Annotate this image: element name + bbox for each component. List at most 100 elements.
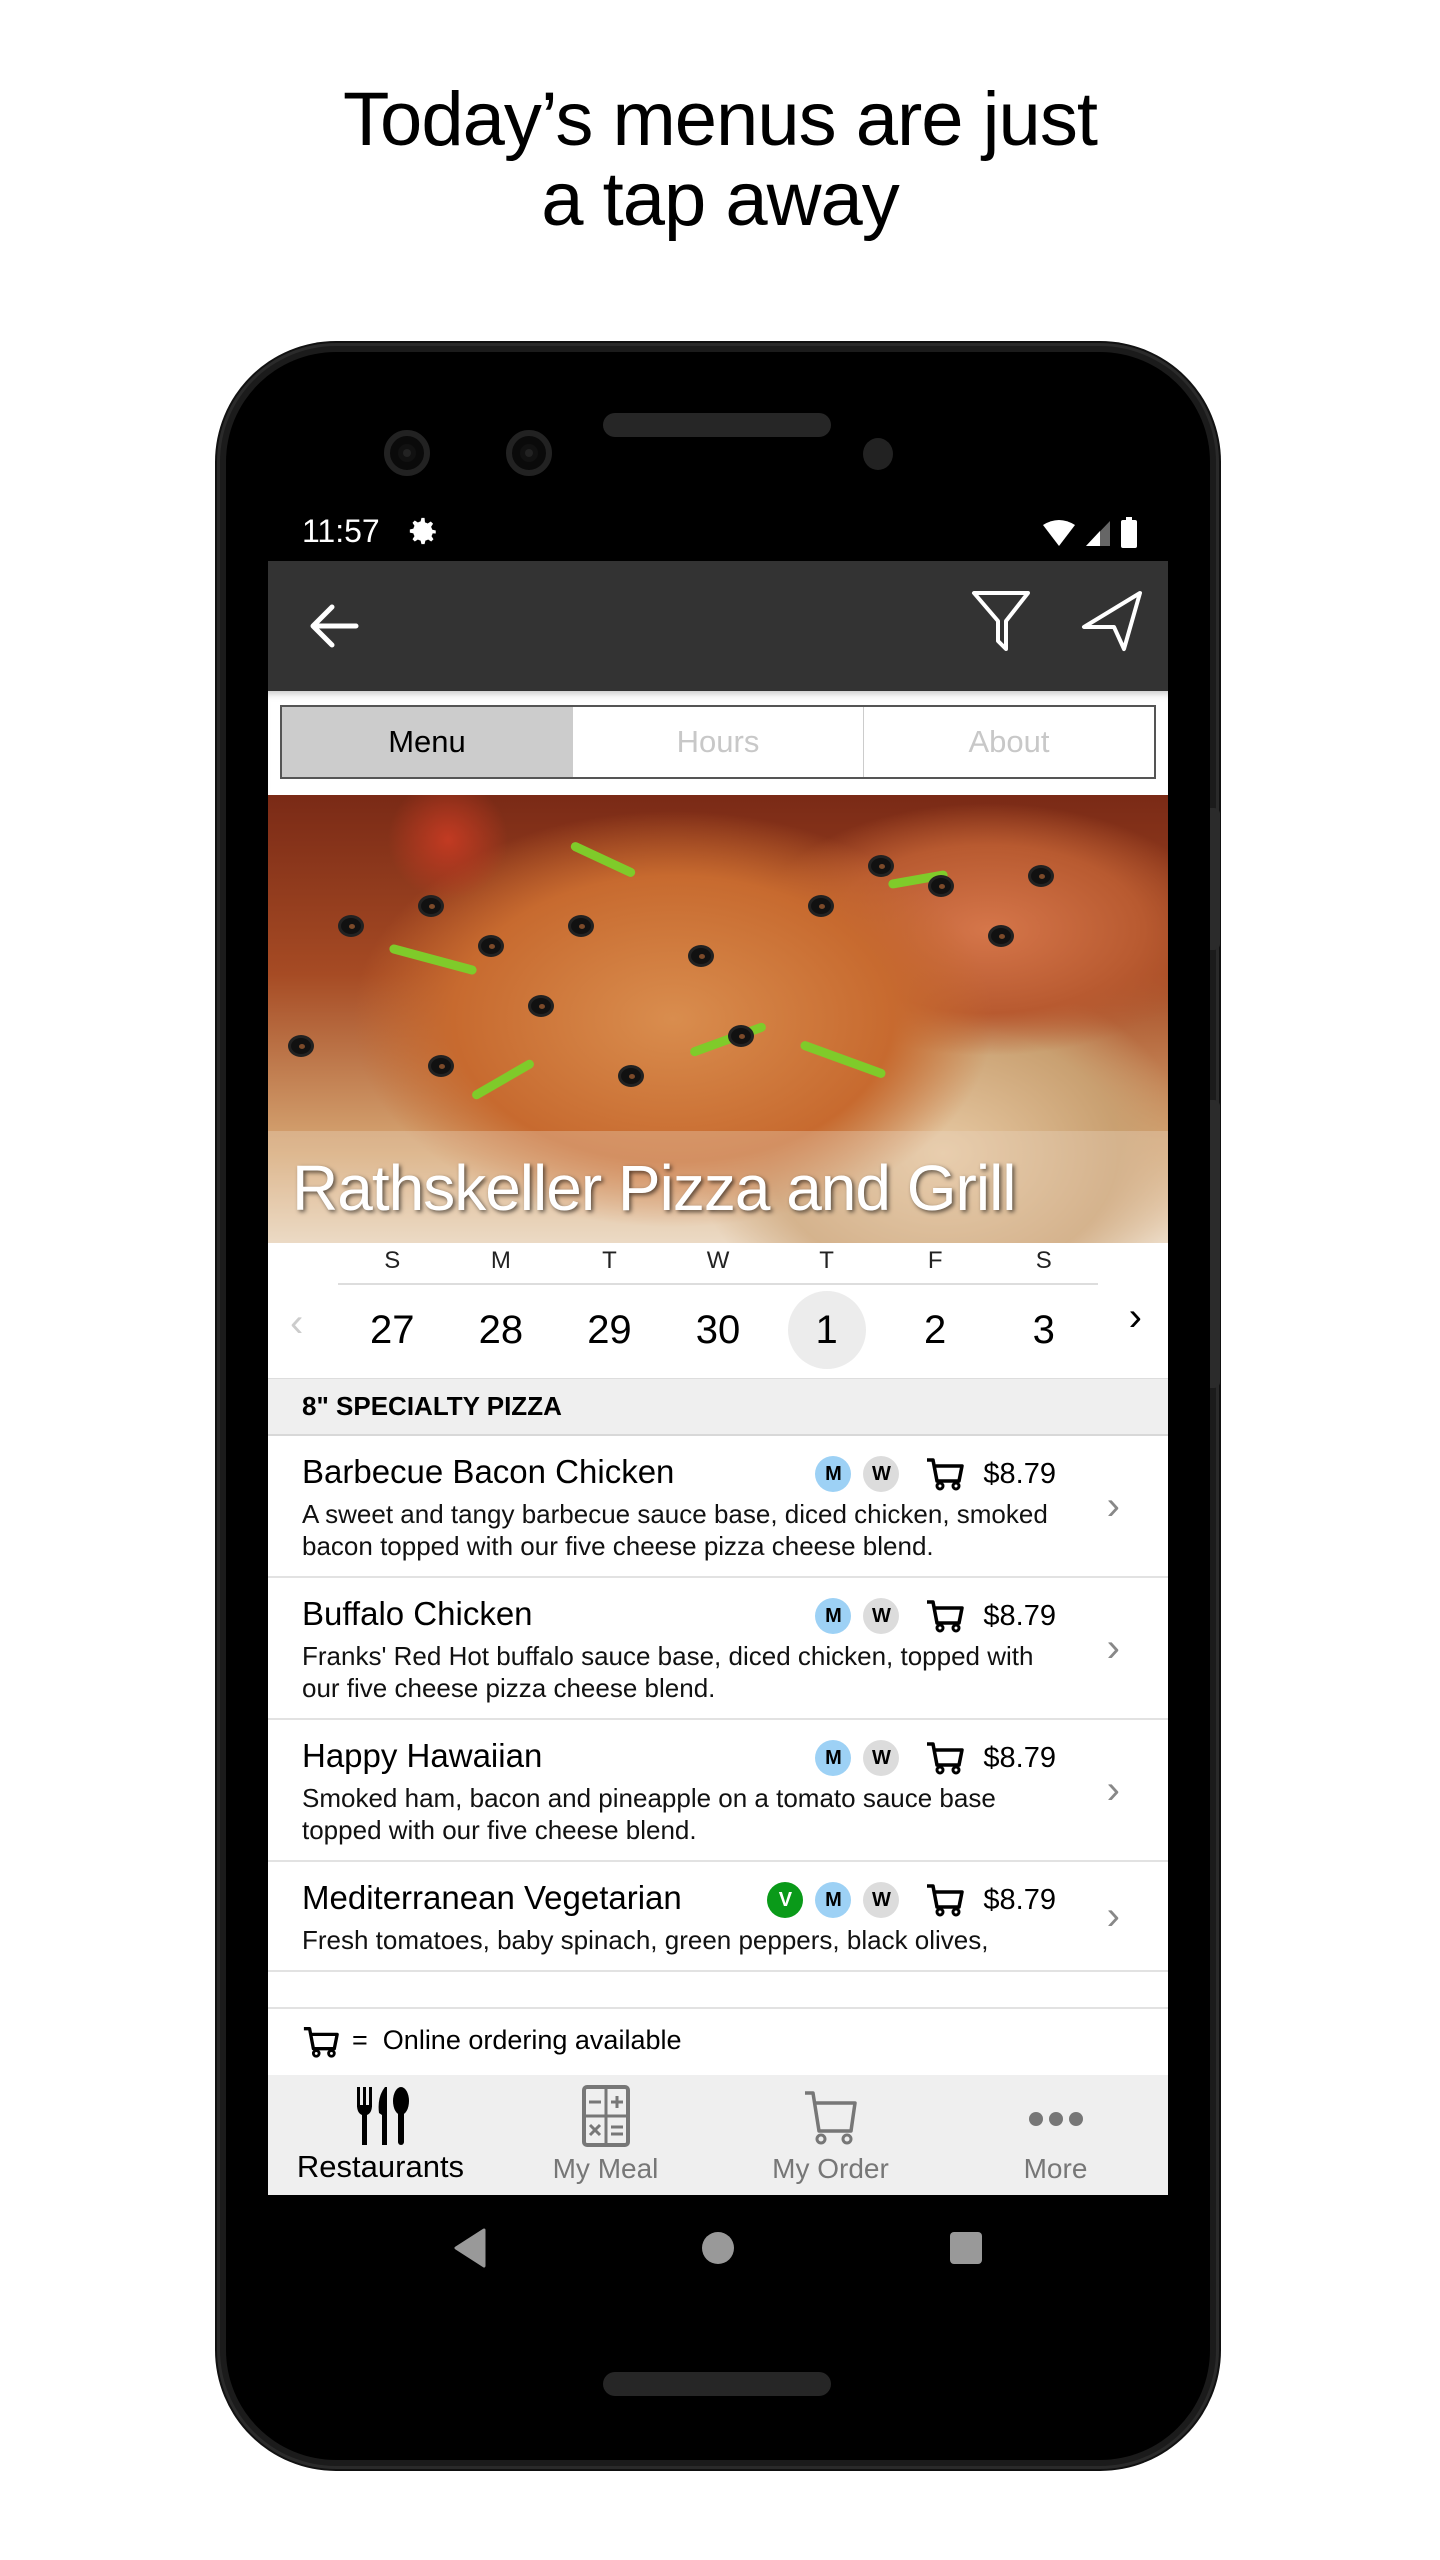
menu-item-list: Barbecue Bacon Chicken M W $8.79 A sweet… — [268, 1436, 1168, 2007]
olive-decoration — [728, 1025, 754, 1047]
date-cell[interactable]: 29 — [555, 1289, 664, 1371]
nav-restaurants[interactable]: Restaurants — [268, 2075, 493, 2195]
gear-icon — [409, 517, 436, 545]
menu-item[interactable]: Mediterranean Vegetarian V M W $8.79 Fre… — [268, 1862, 1168, 1972]
date-cell[interactable]: 30 — [664, 1289, 773, 1371]
olive-decoration — [568, 915, 594, 937]
previous-week-chevron-icon[interactable]: ‹ — [290, 1301, 303, 1346]
olive-decoration — [808, 895, 834, 917]
olive-decoration — [288, 1035, 314, 1057]
pepper-decoration — [799, 1039, 887, 1080]
chevron-right-icon: › — [1106, 1768, 1120, 1812]
tab-menu[interactable]: Menu — [282, 707, 572, 777]
weekday-label: W — [706, 1247, 730, 1274]
promo-headline: Today’s menus are just a tap away — [0, 80, 1440, 240]
menu-item-badges: M W $8.79 — [815, 1598, 1056, 1634]
date-cell[interactable]: 28 — [447, 1289, 556, 1371]
menu-item-description: Franks' Red Hot buffalo sauce base, dice… — [302, 1641, 1034, 1703]
app-screen: 11:57 Menu Hours About Rathskeller Pizza… — [268, 505, 1168, 2195]
badge-w: W — [863, 1598, 900, 1634]
date-number: 28 — [478, 1307, 524, 1352]
date-number: 30 — [695, 1307, 741, 1352]
navigation-arrow-icon[interactable] — [1080, 589, 1144, 653]
olive-decoration — [988, 925, 1014, 947]
olive-decoration — [528, 995, 554, 1017]
menu-item-description: Fresh tomatoes, baby spinach, green pepp… — [302, 1925, 989, 1955]
cart-icon — [927, 1458, 965, 1491]
badge-w: W — [863, 1882, 900, 1918]
menu-item[interactable]: Buffalo Chicken M W $8.79 Franks' Red Ho… — [268, 1578, 1168, 1720]
menu-item[interactable]: Barbecue Bacon Chicken M W $8.79 A sweet… — [268, 1436, 1168, 1578]
system-home-icon[interactable] — [700, 2230, 736, 2266]
date-cell[interactable]: 2 — [881, 1289, 990, 1371]
badge-m: M — [815, 1882, 852, 1918]
bottom-navigation: Restaurants My Meal My Order More — [268, 2075, 1168, 2195]
filter-icon[interactable] — [970, 589, 1032, 653]
tabs-container: Menu Hours About — [268, 691, 1168, 795]
headline-line-1: Today’s menus are just — [343, 77, 1098, 162]
nav-my-meal[interactable]: My Meal — [493, 2075, 718, 2195]
front-camera-2-icon — [506, 430, 552, 476]
nav-label: My Meal — [552, 2153, 659, 2184]
menu-item[interactable]: Happy Hawaiian M W $8.79 Smoked ham, bac… — [268, 1720, 1168, 1862]
olive-decoration — [478, 935, 504, 957]
back-arrow-icon[interactable] — [308, 601, 360, 651]
olive-decoration — [428, 1055, 454, 1077]
wifi-icon — [1043, 520, 1075, 546]
date-cell-selected[interactable]: 1 — [772, 1289, 881, 1371]
tab-about[interactable]: About — [863, 707, 1154, 777]
menu-section-header: 8" SPECIALTY PIZZA — [268, 1378, 1168, 1436]
restaurant-name: Rathskeller Pizza and Grill — [292, 1152, 1016, 1224]
pepper-decoration — [388, 943, 478, 976]
weekday-label: S — [1035, 1247, 1052, 1274]
menu-item-badges: M W $8.79 — [815, 1740, 1056, 1776]
menu-item-description: Smoked ham, bacon and pineapple on a tom… — [302, 1783, 996, 1845]
chevron-right-icon: › — [1106, 1894, 1120, 1938]
date-number: 1 — [787, 1291, 866, 1369]
date-number: 2 — [924, 1307, 947, 1352]
menu-item-price: $8.79 — [983, 1741, 1056, 1774]
cart-icon — [927, 1742, 965, 1775]
menu-item-price: $8.79 — [983, 1883, 1056, 1916]
legend-equals: = — [352, 2025, 368, 2055]
pepper-decoration — [569, 840, 637, 879]
power-button — [1210, 808, 1220, 950]
front-camera-icon — [384, 430, 430, 476]
volume-button — [1210, 1100, 1220, 1388]
olive-decoration — [688, 945, 714, 967]
week-calendar: S M T W T F S ‹ 27 28 29 30 1 2 3 › — [268, 1243, 1168, 1378]
nav-label: My Order — [772, 2153, 889, 2184]
badge-w: W — [863, 1456, 900, 1492]
date-row: 27 28 29 30 1 2 3 — [338, 1289, 1098, 1371]
legend-text: = Online ordering available — [352, 2025, 681, 2056]
weekday-label: T — [602, 1247, 617, 1274]
date-number: 29 — [587, 1307, 632, 1352]
date-cell[interactable]: 27 — [338, 1289, 447, 1371]
legend-label: Online ordering available — [382, 2025, 682, 2055]
nav-my-order[interactable]: My Order — [718, 2075, 943, 2195]
olive-decoration — [338, 915, 364, 937]
menu-item-badges: V M W $8.79 — [767, 1882, 1056, 1918]
signal-icon — [1086, 521, 1110, 546]
nav-label: More — [1023, 2153, 1088, 2184]
more-dots-icon — [1028, 2112, 1083, 2126]
system-back-icon[interactable] — [452, 2228, 486, 2268]
weekday-header: S M T W T F S — [338, 1247, 1098, 1285]
cart-icon — [804, 2091, 857, 2145]
menu-item-price: $8.79 — [983, 1599, 1056, 1632]
tab-hours[interactable]: Hours — [572, 707, 863, 777]
menu-item-badges: M W $8.79 — [815, 1456, 1056, 1492]
date-cell[interactable]: 3 — [989, 1289, 1098, 1371]
badge-m: M — [815, 1456, 852, 1492]
earpiece-speaker — [603, 413, 831, 437]
status-time: 11:57 — [302, 513, 380, 549]
segmented-tabs: Menu Hours About — [280, 705, 1156, 779]
next-week-chevron-icon[interactable]: › — [1129, 1295, 1142, 1340]
badge-m: M — [815, 1598, 852, 1634]
weekday-label: T — [819, 1247, 834, 1274]
olive-decoration — [618, 1065, 644, 1087]
utensils-icon — [356, 2087, 409, 2145]
system-recents-icon[interactable] — [948, 2230, 984, 2266]
olive-decoration — [868, 855, 894, 877]
nav-more[interactable]: More — [943, 2075, 1168, 2195]
